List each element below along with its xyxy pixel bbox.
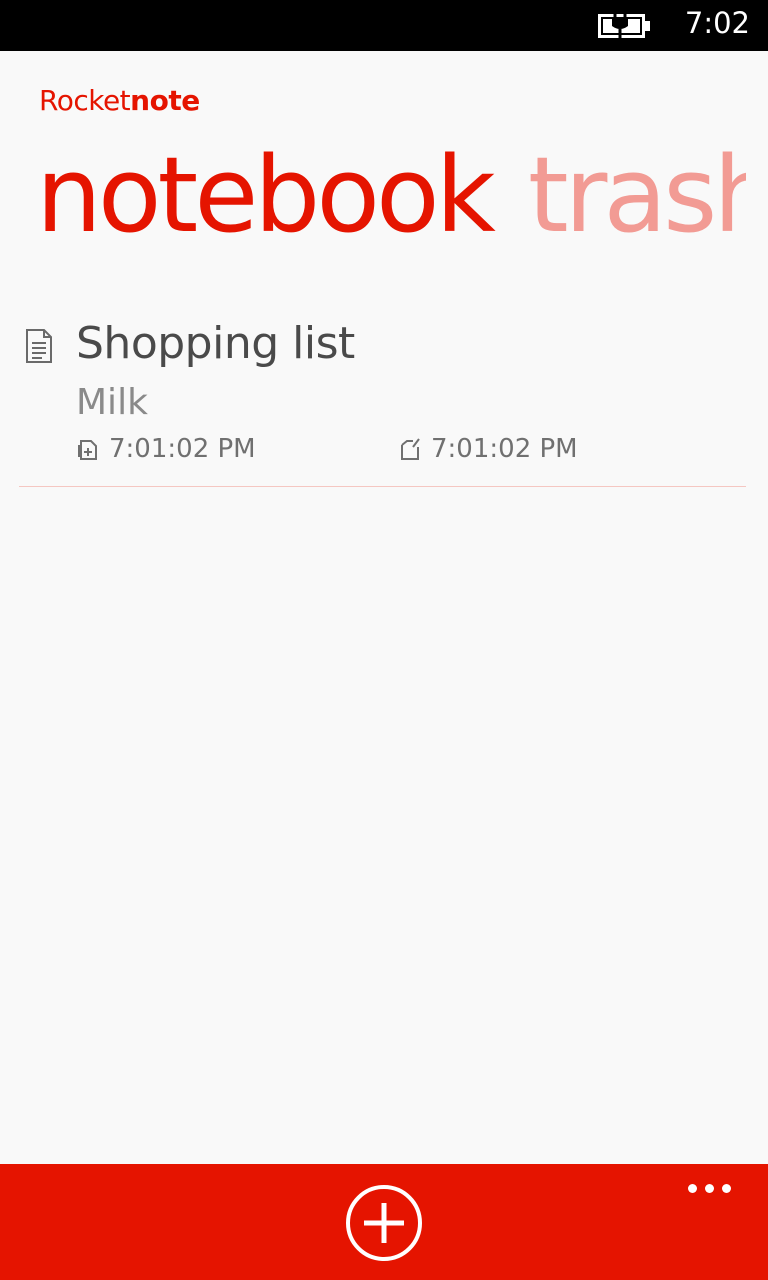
pivot-tab-notebook[interactable]: notebook	[36, 135, 496, 255]
app-title-bold: note	[130, 84, 200, 117]
battery-charging-icon	[598, 12, 650, 38]
note-title: Shopping list	[76, 318, 355, 369]
pivot-header: notebook trash	[36, 135, 746, 255]
note-list-item[interactable]: Shopping list Milk 7:01:02 PM 7:01:02 PM	[19, 316, 746, 487]
document-icon	[26, 329, 52, 363]
ellipsis-dot	[722, 1184, 731, 1193]
pivot-tab-trash[interactable]: trash	[528, 135, 746, 255]
note-edited-icon	[401, 438, 420, 460]
app-title: Rocketnote	[39, 84, 200, 117]
add-circle-icon[interactable]	[344, 1183, 424, 1263]
note-created-icon	[78, 440, 97, 460]
note-preview: Milk	[76, 382, 148, 423]
note-created-time: 7:01:02 PM	[109, 434, 256, 464]
ellipsis-dot	[688, 1184, 697, 1193]
status-time: 7:02	[684, 6, 750, 40]
ellipsis-icon[interactable]	[680, 1176, 740, 1206]
ellipsis-dot	[705, 1184, 714, 1193]
application-bar	[0, 1164, 768, 1280]
note-modified-time: 7:01:02 PM	[431, 434, 578, 464]
status-bar: 7:02	[0, 0, 768, 51]
app-title-regular: Rocket	[39, 84, 131, 117]
